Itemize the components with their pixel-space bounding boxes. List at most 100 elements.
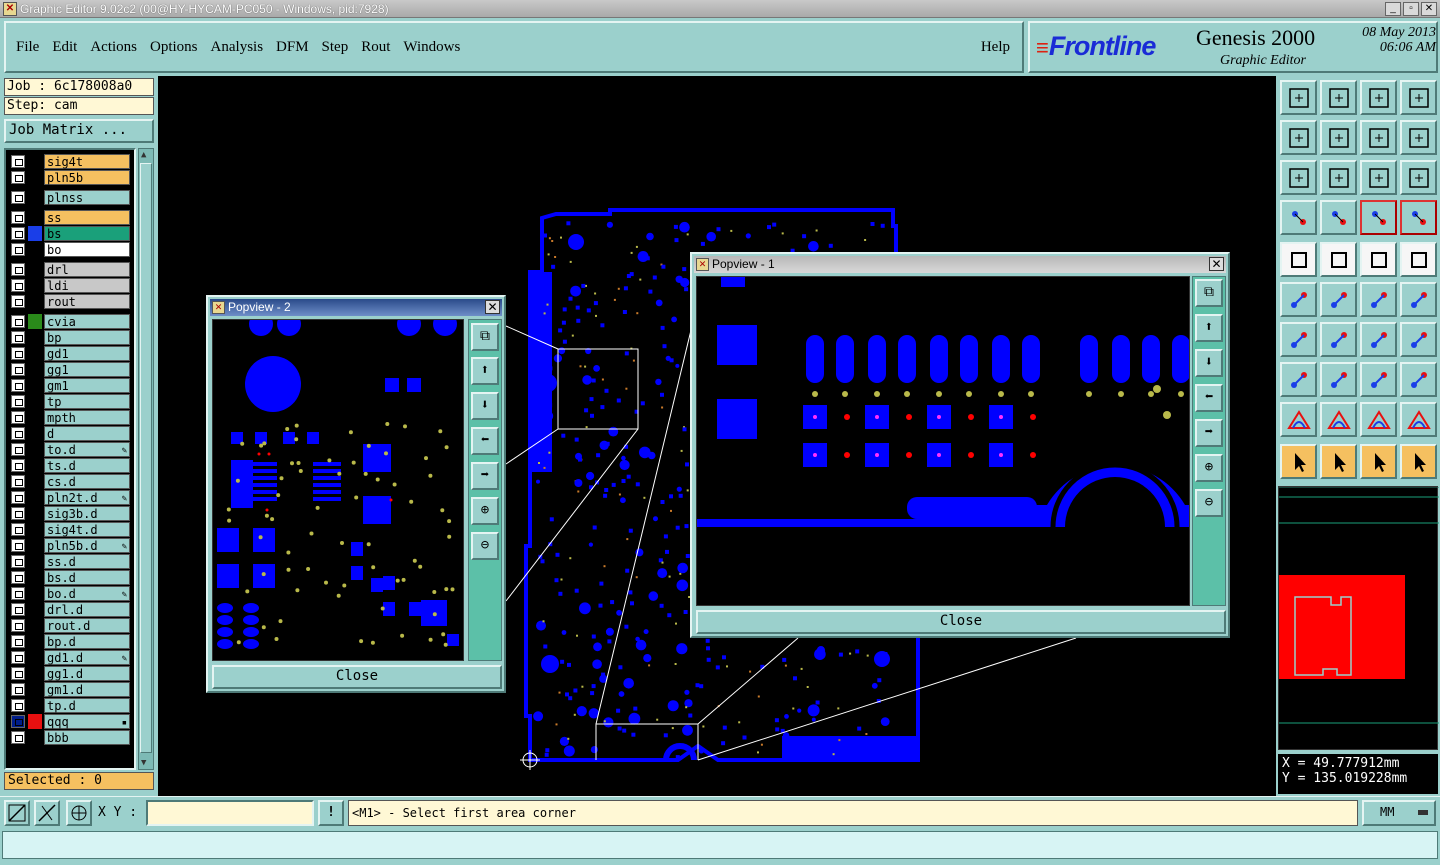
popview-pan-down-button[interactable]: ⬇ bbox=[1195, 349, 1223, 377]
layer-color-swatch[interactable] bbox=[28, 586, 42, 601]
arc-a-icon[interactable] bbox=[1280, 402, 1317, 437]
layer-checkbox[interactable] bbox=[11, 243, 25, 256]
scroll-up-icon[interactable]: ▲ bbox=[141, 150, 151, 160]
popview-pan-right-button[interactable]: ➡ bbox=[1195, 419, 1223, 447]
layer-color-swatch[interactable] bbox=[28, 682, 42, 697]
popview-1-close-button[interactable]: Close bbox=[696, 610, 1226, 634]
layer-row[interactable]: rout bbox=[8, 294, 134, 309]
layer-row[interactable]: ss.d bbox=[8, 554, 134, 569]
layer-row[interactable]: gg1.d bbox=[8, 666, 134, 681]
layer-color-swatch[interactable] bbox=[28, 294, 42, 309]
layer-row[interactable]: bbb bbox=[8, 730, 134, 745]
layer-checkbox[interactable] bbox=[11, 587, 25, 600]
layer-name[interactable]: tp bbox=[44, 394, 130, 409]
layer-row[interactable]: gm1 bbox=[8, 378, 134, 393]
layer-color-swatch[interactable] bbox=[28, 330, 42, 345]
pointer-net-icon[interactable] bbox=[1400, 444, 1437, 479]
shape-icon[interactable] bbox=[1400, 362, 1437, 397]
layer-name[interactable]: gm1 bbox=[44, 378, 130, 393]
menu-file[interactable]: File bbox=[16, 39, 39, 56]
layer-row[interactable]: ts.d bbox=[8, 458, 134, 473]
mirror-icon[interactable] bbox=[1400, 322, 1437, 357]
layer-row[interactable]: bs bbox=[8, 226, 134, 241]
layer-color-swatch[interactable] bbox=[28, 570, 42, 585]
layer-row[interactable]: cvia bbox=[8, 314, 134, 329]
layer-color-swatch[interactable] bbox=[28, 554, 42, 569]
layer-name[interactable]: qqq ▪ bbox=[44, 714, 130, 729]
scroll-down-icon[interactable]: ▼ bbox=[141, 758, 151, 768]
popview-zoom-in-button[interactable]: ⊕ bbox=[1195, 454, 1223, 482]
snap-icon[interactable] bbox=[34, 800, 60, 826]
layer-row[interactable]: rout.d bbox=[8, 618, 134, 633]
layer-name[interactable]: bo.d ✎ bbox=[44, 586, 130, 601]
draw-line-icon[interactable] bbox=[1320, 242, 1357, 277]
menu-help[interactable]: Help bbox=[981, 39, 1010, 56]
layer-row[interactable]: qqq ▪ bbox=[8, 714, 134, 729]
popview-pan-up-button[interactable]: ⬆ bbox=[1195, 314, 1223, 342]
layer-row[interactable]: drl.d bbox=[8, 602, 134, 617]
menu-analysis[interactable]: Analysis bbox=[211, 39, 264, 56]
undo-icon[interactable] bbox=[1360, 120, 1397, 155]
grid-icon[interactable] bbox=[1320, 200, 1357, 235]
layer-name[interactable]: bs.d bbox=[44, 570, 130, 585]
scale-1-1-icon[interactable] bbox=[1360, 160, 1397, 195]
layer-checkbox[interactable] bbox=[11, 491, 25, 504]
layer-row[interactable]: pln5b bbox=[8, 170, 134, 185]
layer-checkbox[interactable] bbox=[11, 603, 25, 616]
delete-icon[interactable] bbox=[1320, 362, 1357, 397]
layer-checkbox[interactable] bbox=[11, 295, 25, 308]
layer-checkbox[interactable] bbox=[11, 683, 25, 696]
arrow-up-icon[interactable] bbox=[1400, 282, 1437, 317]
pad-add-icon[interactable] bbox=[1280, 362, 1317, 397]
layer-checkbox[interactable] bbox=[11, 651, 25, 664]
layer-checkbox[interactable] bbox=[11, 731, 25, 744]
menu-step[interactable]: Step bbox=[322, 39, 349, 56]
popview-1-view[interactable] bbox=[696, 276, 1190, 606]
layer-color-swatch[interactable] bbox=[28, 226, 42, 241]
layer-checkbox[interactable] bbox=[11, 171, 25, 184]
line-angle-icon[interactable] bbox=[1280, 322, 1317, 357]
layer-color-swatch[interactable] bbox=[28, 190, 42, 205]
layer-color-swatch[interactable] bbox=[28, 426, 42, 441]
layer-color-swatch[interactable] bbox=[28, 602, 42, 617]
layer-name[interactable]: sig4t bbox=[44, 154, 130, 169]
layer-color-swatch[interactable] bbox=[28, 442, 42, 457]
layer-row[interactable]: bp bbox=[8, 330, 134, 345]
layer-name[interactable]: gd1 bbox=[44, 346, 130, 361]
minimize-button[interactable]: _ bbox=[1385, 1, 1401, 16]
pan-icon[interactable] bbox=[1320, 160, 1357, 195]
popview-1-titlebar[interactable]: ✕ Popview - 1 ✕ bbox=[694, 256, 1226, 273]
layer-color-swatch[interactable] bbox=[28, 314, 42, 329]
left-icon[interactable] bbox=[1280, 120, 1317, 155]
arc-c-icon[interactable] bbox=[1360, 402, 1397, 437]
layer-color-swatch[interactable] bbox=[28, 666, 42, 681]
layer-name[interactable]: drl.d bbox=[44, 602, 130, 617]
menu-windows[interactable]: Windows bbox=[403, 39, 460, 56]
layer-color-swatch[interactable] bbox=[28, 474, 42, 489]
layer-name[interactable]: cs.d bbox=[44, 474, 130, 489]
layer-name[interactable]: ldi bbox=[44, 278, 130, 293]
layer-name[interactable]: sig4t.d bbox=[44, 522, 130, 537]
layer-name[interactable]: gg1.d bbox=[44, 666, 130, 681]
right-icon[interactable] bbox=[1320, 120, 1357, 155]
layer-checkbox[interactable] bbox=[11, 619, 25, 632]
job-matrix-button[interactable]: Job Matrix ... bbox=[4, 119, 154, 143]
layer-color-swatch[interactable] bbox=[28, 278, 42, 293]
layer-checkbox[interactable] bbox=[11, 411, 25, 424]
layer-checkbox[interactable] bbox=[11, 263, 25, 276]
home-icon[interactable] bbox=[1360, 80, 1397, 115]
layer-color-swatch[interactable] bbox=[28, 242, 42, 257]
layer-checkbox[interactable] bbox=[11, 227, 25, 240]
popview-pan-right-button[interactable]: ➡ bbox=[471, 462, 499, 490]
units-select[interactable]: MM bbox=[1362, 800, 1436, 826]
layer-name[interactable]: bp bbox=[44, 330, 130, 345]
layer-row[interactable]: to.d ✎ bbox=[8, 442, 134, 457]
layer-color-swatch[interactable] bbox=[28, 154, 42, 169]
layer-checkbox[interactable] bbox=[11, 635, 25, 648]
popview-2-close-button[interactable]: Close bbox=[212, 665, 502, 689]
redo-icon[interactable] bbox=[1400, 120, 1437, 155]
layer-name[interactable]: ts.d bbox=[44, 458, 130, 473]
layer-color-swatch[interactable] bbox=[28, 730, 42, 745]
layer-row[interactable]: gg1 bbox=[8, 362, 134, 377]
layer-checkbox[interactable] bbox=[11, 507, 25, 520]
